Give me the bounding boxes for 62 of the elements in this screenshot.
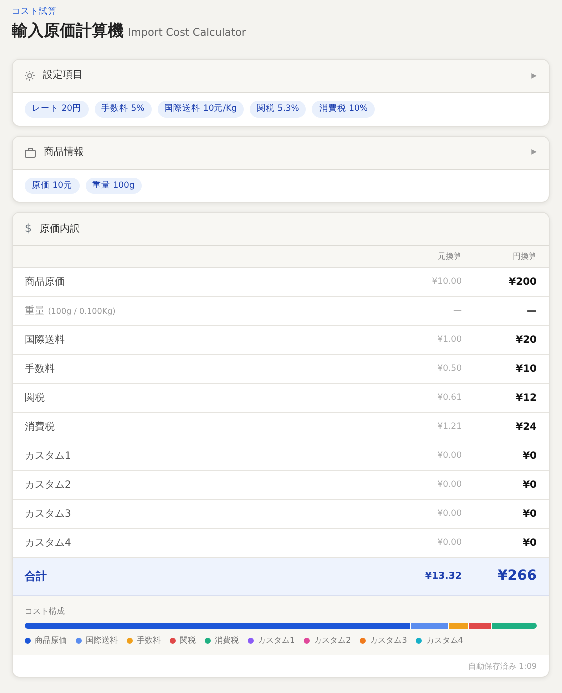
legend-label: 消費税 xyxy=(215,635,239,648)
jpy-value: — xyxy=(526,304,537,319)
autosave-status: 自動保存済み 1:09 xyxy=(467,661,538,674)
cny-value: ¥0.00 xyxy=(436,536,462,550)
jpy-value: ¥0 xyxy=(522,478,537,493)
legend-label: カスタム2 xyxy=(314,635,352,648)
cny-value: — xyxy=(452,304,462,318)
total-cny: ¥13.32 xyxy=(424,570,462,584)
row-label: 消費税 xyxy=(25,422,55,434)
eyebrow-label: コスト試算 xyxy=(12,6,58,19)
column-header: 円換算 xyxy=(512,250,537,263)
cny-value: ¥0.50 xyxy=(436,362,462,376)
summary-chip: 消費税 10% xyxy=(312,100,375,118)
cny-value: ¥0.00 xyxy=(436,508,462,521)
cny-value: ¥0.61 xyxy=(436,392,462,405)
row-label: カスタム2 xyxy=(25,480,72,491)
legend-label: カスタム1 xyxy=(258,635,296,648)
jpy-value: ¥0 xyxy=(522,508,537,522)
legend-label: カスタム3 xyxy=(370,635,408,648)
page-subtitle: Import Cost Calculator xyxy=(128,26,246,41)
row-label: カスタム4 xyxy=(25,538,72,549)
briefcase-icon xyxy=(25,148,36,158)
row-label: 関税 xyxy=(25,392,45,404)
jpy-value: ¥12 xyxy=(515,392,537,406)
summary-chip: レート 20円 xyxy=(25,100,89,118)
panel-title: 設定項目 xyxy=(43,68,83,84)
row-label: 重量 xyxy=(25,306,45,317)
cny-value: ¥0.00 xyxy=(436,478,462,492)
summary-chip: 原価 10元 xyxy=(25,178,80,194)
composition-title: コスト構成 xyxy=(25,606,66,618)
total-jpy: ¥266 xyxy=(497,567,537,586)
jpy-value: ¥20 xyxy=(515,334,537,348)
row-label: カスタム3 xyxy=(25,508,72,520)
row-label: 国際送料 xyxy=(25,334,65,346)
jpy-value: ¥10 xyxy=(515,362,537,377)
cny-value: ¥0.00 xyxy=(436,450,462,463)
cny-value: ¥1.00 xyxy=(436,334,462,347)
jpy-value: ¥24 xyxy=(515,421,537,436)
jpy-value: ¥200 xyxy=(508,276,537,290)
cny-value: ¥10.00 xyxy=(431,276,462,289)
cny-value: ¥1.21 xyxy=(436,421,462,434)
jpy-value: ¥0 xyxy=(522,450,537,464)
jpy-value: ¥0 xyxy=(522,536,537,551)
summary-chip: 関税 5.3% xyxy=(250,100,306,118)
summary-chip: 国際送料 10元/Kg xyxy=(158,100,244,118)
page-title: 輸入原価計算機 xyxy=(12,20,124,42)
legend-label: 関税 xyxy=(180,635,196,648)
row-label: 商品原価 xyxy=(25,276,65,288)
legend-label: カスタム4 xyxy=(426,635,464,648)
legend-label: 手数料 xyxy=(137,635,161,648)
summary-chip: 重量 100g xyxy=(86,178,142,194)
row-note: (100g / 0.100Kg) xyxy=(48,306,116,316)
panel-title: 原価内訳 xyxy=(40,222,80,237)
legend-label: 国際送料 xyxy=(86,635,118,648)
summary-chip: 手数料 5% xyxy=(94,100,152,118)
row-label: カスタム1 xyxy=(25,450,72,462)
legend-label: 商品原価 xyxy=(35,635,67,648)
column-header: 元換算 xyxy=(437,250,462,263)
panel-title: 商品情報 xyxy=(44,146,84,160)
row-label: 手数料 xyxy=(25,364,55,375)
dollar-icon: $ xyxy=(25,221,32,238)
total-label: 合計 xyxy=(25,570,47,582)
